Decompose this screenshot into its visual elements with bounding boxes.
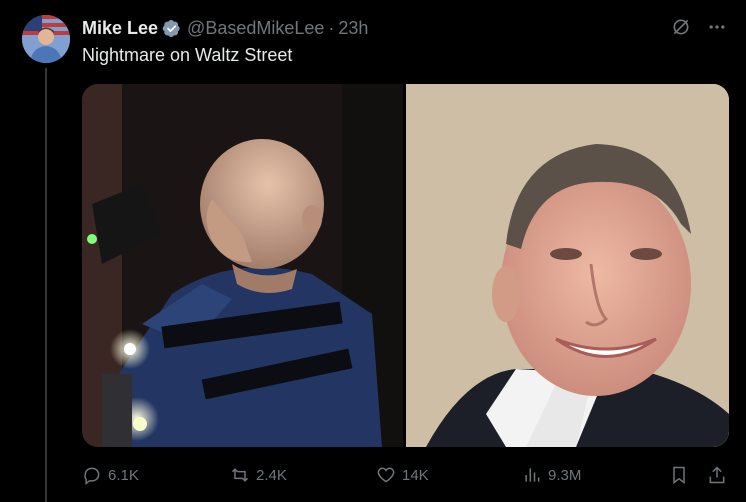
more-horizontal-icon[interactable] [706,16,728,38]
share-icon [709,466,725,484]
thread-line [45,68,47,502]
tweet-header: Mike Lee @BasedMikeLee · 23h [82,16,368,40]
separator-dot: · [328,17,335,38]
heart-icon [377,467,395,483]
repost-count: 2.4K [256,466,287,484]
bookmark-icon [673,466,685,484]
tweet-top-actions [670,16,728,38]
tweet-actions-bar: 6.1K 2.4K 14K 9.3M [82,460,732,490]
like-button[interactable]: 14K [376,460,429,490]
verified-badge-icon[interactable] [162,19,181,38]
tweet-media[interactable] [82,84,729,447]
grok-icon[interactable] [670,16,692,38]
like-count: 14K [402,466,429,484]
views-button[interactable]: 9.3M [522,460,581,490]
reply-count: 6.1K [108,466,139,484]
avatar[interactable] [22,15,70,63]
reply-icon [84,467,100,485]
analytics-icon [525,468,540,482]
tweet-timestamp[interactable]: 23h [338,18,368,39]
reply-button[interactable]: 6.1K [82,460,139,490]
retweet-icon [231,468,249,482]
bookmark-button[interactable] [669,460,689,490]
author-name[interactable]: Mike Lee [82,18,158,39]
repost-button[interactable]: 2.4K [230,460,287,490]
media-photo-headshot[interactable] [406,84,729,447]
author-handle[interactable]: @BasedMikeLee [187,18,324,39]
view-count: 9.3M [548,466,582,484]
tweet-text: Nightmare on Waltz Street [82,45,293,65]
share-button[interactable] [707,460,727,490]
media-photo-masked-suspect[interactable] [82,84,403,447]
